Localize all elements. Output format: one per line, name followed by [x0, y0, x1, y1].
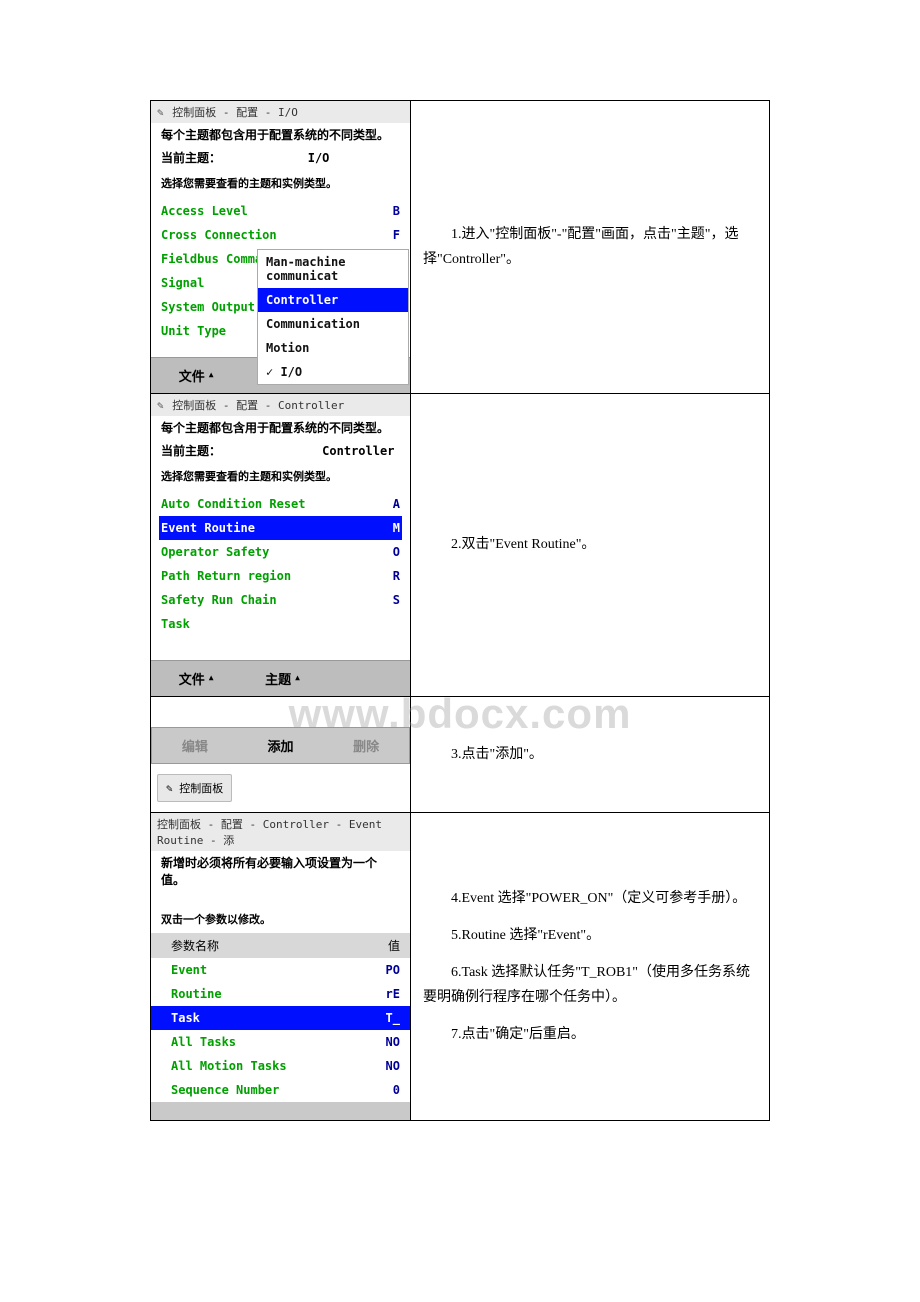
- list-item[interactable]: Safety Run ChainS: [159, 588, 402, 612]
- file-button[interactable]: 文件: [151, 358, 237, 393]
- panel1-screenshot: ✎ 控制面板 - 配置 - I/O 每个主题都包含用于配置系统的不同类型。 当前…: [151, 101, 411, 393]
- list-item[interactable]: Task: [159, 612, 402, 636]
- list-item[interactable]: Auto Condition ResetA: [159, 492, 402, 516]
- panel2-type-list[interactable]: Auto Condition ResetA Event RoutineM Ope…: [151, 490, 410, 660]
- param-row[interactable]: EventPO: [151, 958, 410, 982]
- add-button[interactable]: 添加: [238, 728, 324, 763]
- param-row[interactable]: All TasksNO: [151, 1030, 410, 1054]
- panel4-instruction: 双击一个参数以修改。: [151, 905, 410, 933]
- panel1-instruction: 选择您需要查看的主题和实例类型。: [151, 169, 410, 197]
- panel1-step-text: 1.进入"控制面板"-"配置"画面，点击"主题"，选择"Controller"。: [411, 101, 769, 393]
- panel3-step-text: 3.点击"添加"。: [411, 697, 769, 812]
- topic-button[interactable]: 主题: [237, 661, 323, 696]
- menu-item[interactable]: Man-machine communicat: [258, 250, 408, 288]
- breadcrumb: ✎ 控制面板 - 配置 - I/O: [151, 101, 410, 123]
- spacer-button: [324, 661, 410, 696]
- param-row[interactable]: Sequence Number0: [151, 1078, 410, 1102]
- breadcrumb: ✎ 控制面板 - 配置 - Controller: [151, 394, 410, 416]
- edit-button[interactable]: 编辑: [152, 728, 238, 763]
- panel4-step-text: 4.Event 选择"POWER_ON"（定义可参考手册）。 5.Routine…: [411, 813, 769, 1120]
- instruction-table: ✎ 控制面板 - 配置 - I/O 每个主题都包含用于配置系统的不同类型。 当前…: [150, 100, 770, 1121]
- menu-item[interactable]: Communication: [258, 312, 408, 336]
- param-row[interactable]: RoutinerE: [151, 982, 410, 1006]
- panel2-current-topic: 当前主题： Controller: [151, 439, 410, 462]
- panel4-params-table[interactable]: 参数名称 值 EventPO RoutinerE TaskT_ All Task…: [151, 933, 410, 1102]
- param-row[interactable]: TaskT_: [151, 1006, 410, 1030]
- topic-menu-popup[interactable]: Man-machine communicat Controller Commun…: [257, 249, 409, 385]
- panel3-screenshot: 编辑 添加 删除 ✎ 控制面板: [151, 697, 411, 812]
- panel1-type-list[interactable]: Access LevelB Cross ConnectionF Fieldbus…: [151, 197, 410, 357]
- menu-item[interactable]: Controller: [258, 288, 408, 312]
- list-item[interactable]: Access LevelB: [159, 199, 402, 223]
- panel4-screenshot: 控制面板 - 配置 - Controller - Event Routine -…: [151, 813, 411, 1120]
- panel1-desc-line1: 每个主题都包含用于配置系统的不同类型。: [151, 123, 410, 146]
- panel2-desc-line1: 每个主题都包含用于配置系统的不同类型。: [151, 416, 410, 439]
- list-item[interactable]: Event RoutineM: [159, 516, 402, 540]
- panel4-bottom-bar: [151, 1102, 410, 1120]
- panel4-line1: 新增时必须将所有必要输入项设置为一个值。: [151, 851, 410, 891]
- wrench-icon: ✎: [157, 399, 164, 412]
- menu-item[interactable]: ✓ I/O: [258, 360, 408, 384]
- wrench-icon: ✎: [157, 106, 164, 119]
- panel2-step-text: 2.双击"Event Routine"。: [411, 394, 769, 696]
- delete-button[interactable]: 删除: [323, 728, 409, 763]
- panel2-screenshot: ✎ 控制面板 - 配置 - Controller 每个主题都包含用于配置系统的不…: [151, 394, 411, 696]
- menu-item[interactable]: Motion: [258, 336, 408, 360]
- panel2-button-bar: 文件 主题: [151, 660, 410, 696]
- file-button[interactable]: 文件: [151, 661, 237, 696]
- breadcrumb: 控制面板 - 配置 - Controller - Event Routine -…: [151, 813, 410, 851]
- panel2-instruction: 选择您需要查看的主题和实例类型。: [151, 462, 410, 490]
- control-panel-badge[interactable]: ✎ 控制面板: [157, 774, 232, 802]
- list-item[interactable]: Path Return regionR: [159, 564, 402, 588]
- panel1-current-topic: 当前主题： I/O: [151, 146, 410, 169]
- list-item[interactable]: Cross ConnectionF: [159, 223, 402, 247]
- list-item[interactable]: Operator SafetyO: [159, 540, 402, 564]
- params-header: 参数名称 值: [151, 933, 410, 958]
- param-row[interactable]: All Motion TasksNO: [151, 1054, 410, 1078]
- wrench-icon: ✎: [166, 782, 173, 795]
- panel3-toolbar: 编辑 添加 删除: [151, 727, 410, 764]
